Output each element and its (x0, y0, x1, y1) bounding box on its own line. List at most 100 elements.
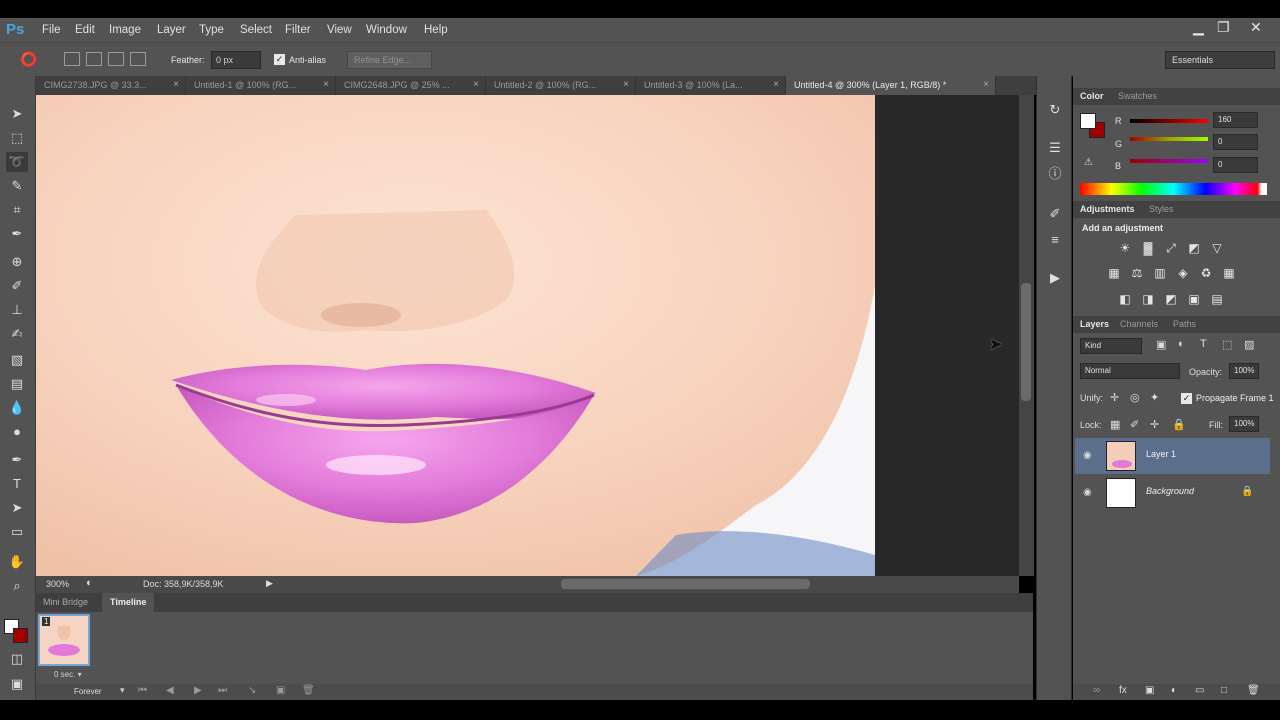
menu-help[interactable]: Help (424, 24, 448, 36)
lock-all-icon[interactable]: 🔒 (1172, 418, 1186, 431)
gradient-tool-icon[interactable]: ▤ (6, 374, 28, 394)
doc-tab-untitled-4[interactable]: Untitled-4 @ 300% (Layer 1, RGB/8) * × (786, 76, 996, 95)
color-lookup-icon[interactable]: ▦ (1221, 266, 1237, 280)
tab-mini-bridge[interactable]: Mini Bridge (43, 597, 88, 607)
brightness-contrast-icon[interactable]: ☀ (1117, 241, 1133, 255)
curves-icon[interactable]: ⤢ (1163, 241, 1179, 255)
menu-type[interactable]: Type (199, 24, 224, 36)
layer-filter-kind[interactable]: Kind (1080, 338, 1142, 354)
layer-row-layer-1[interactable]: ◉ Layer 1 (1075, 438, 1270, 474)
play-icon[interactable]: ▶ (194, 685, 202, 696)
channel-g-slider[interactable] (1130, 137, 1208, 141)
loop-select[interactable]: Forever (74, 687, 102, 696)
screen-mode-icon[interactable]: ▣ (6, 674, 28, 694)
photo-filter-icon[interactable]: ◈ (1175, 266, 1191, 280)
tab-paths[interactable]: Paths (1173, 319, 1196, 329)
lock-transparency-icon[interactable]: ▦ (1110, 418, 1120, 431)
history-brush-tool-icon[interactable]: ✍ (6, 324, 28, 344)
lasso-tool-preset-icon[interactable]: ⭕ (20, 51, 37, 68)
channel-r-input[interactable]: 160 (1213, 112, 1258, 128)
clone-stamp-tool-icon[interactable]: ⊥ (6, 300, 28, 320)
crop-tool-icon[interactable]: ⌗ (6, 200, 28, 220)
minimize-button[interactable]: ▁ (1193, 19, 1204, 36)
eraser-tool-icon[interactable]: ▧ (6, 350, 28, 370)
close-tab-icon[interactable]: × (983, 79, 989, 90)
new-group-icon[interactable]: ▭ (1195, 685, 1204, 696)
zoom-tool-icon[interactable]: ⌕ (6, 576, 28, 596)
lasso-tool-icon[interactable]: ➰ (6, 152, 28, 172)
close-tab-icon[interactable]: × (623, 79, 629, 90)
move-tool-icon[interactable]: ➤ (6, 104, 28, 124)
dodge-tool-icon[interactable]: ● (6, 422, 28, 442)
eyedropper-tool-icon[interactable]: ✒ (6, 224, 28, 244)
filter-adjustment-icon[interactable]: ◐ (1178, 338, 1185, 350)
doc-tab-cimg2738[interactable]: CIMG2738.JPG @ 33.3... × (36, 76, 186, 95)
levels-icon[interactable]: ▓ (1140, 241, 1156, 255)
menu-view[interactable]: View (327, 24, 352, 36)
actions-panel-icon[interactable]: ▶ (1045, 268, 1065, 288)
first-frame-icon[interactable]: ⏮ (138, 685, 147, 696)
unify-visibility-icon[interactable]: ◎ (1130, 391, 1140, 404)
path-selection-tool-icon[interactable]: ➤ (6, 498, 28, 518)
pen-tool-icon[interactable]: ✒ (6, 450, 28, 470)
propagate-frame-checkbox[interactable]: ✓ (1181, 393, 1192, 404)
unify-position-icon[interactable]: ✛ (1110, 391, 1119, 404)
color-spectrum-bar[interactable] (1080, 183, 1267, 195)
menu-file[interactable]: File (42, 24, 61, 36)
threshold-icon[interactable]: ◩ (1163, 292, 1179, 306)
close-tab-icon[interactable]: × (323, 79, 329, 90)
filter-shape-icon[interactable]: ⬚ (1222, 338, 1232, 351)
exposure-icon[interactable]: ◩ (1186, 241, 1202, 255)
unify-style-icon[interactable]: ✦ (1150, 391, 1159, 404)
delete-layer-icon[interactable]: 🗑 (1247, 685, 1260, 696)
quick-selection-tool-icon[interactable]: ✎ (6, 176, 28, 196)
channel-b-slider[interactable] (1130, 159, 1208, 163)
status-menu-arrow-icon[interactable]: ▶ (266, 578, 273, 589)
close-tab-icon[interactable]: × (173, 79, 179, 90)
workspace-select[interactable]: Essentials (1165, 51, 1275, 69)
vertical-scroll-thumb[interactable] (1021, 283, 1031, 401)
black-white-icon[interactable]: ▥ (1152, 266, 1168, 280)
menu-image[interactable]: Image (109, 24, 141, 36)
zoom-level[interactable]: 300% (46, 579, 69, 589)
info-panel-icon[interactable]: ⓘ (1045, 164, 1065, 184)
next-frame-icon[interactable]: ⏭ (218, 685, 227, 696)
blend-mode-select[interactable]: Normal (1080, 363, 1180, 379)
layer-row-background[interactable]: ◉ Background 🔒 (1075, 475, 1270, 511)
history-panel-icon[interactable]: ↻ (1045, 100, 1065, 120)
tab-color[interactable]: Color (1080, 91, 1104, 101)
restore-button[interactable]: ❐ (1217, 19, 1230, 36)
blur-tool-icon[interactable]: 💧 (6, 398, 28, 418)
hue-saturation-icon[interactable]: ▦ (1106, 266, 1122, 280)
close-tab-icon[interactable]: × (773, 79, 779, 90)
hand-tool-icon[interactable]: ✋ (6, 552, 28, 572)
tween-icon[interactable]: ↘ (248, 685, 256, 696)
new-layer-icon[interactable]: □ (1221, 685, 1227, 696)
brush-tool-icon[interactable]: ✐ (6, 276, 28, 296)
tab-adjustments[interactable]: Adjustments (1080, 204, 1135, 214)
refine-edge-button[interactable]: Refine Edge... (347, 51, 432, 69)
feather-input[interactable]: 0 px (211, 51, 261, 69)
filter-smart-object-icon[interactable]: ▨ (1244, 338, 1254, 351)
filter-type-icon[interactable]: T (1200, 338, 1207, 350)
close-window-button[interactable]: ✕ (1250, 19, 1262, 36)
add-mask-icon[interactable]: ▣ (1145, 685, 1154, 696)
layer-style-icon[interactable]: fx (1119, 685, 1127, 696)
menu-filter[interactable]: Filter (285, 24, 311, 36)
duplicate-frame-icon[interactable]: ▣ (276, 685, 285, 696)
prev-frame-icon[interactable]: ◀ (166, 685, 174, 696)
menu-layer[interactable]: Layer (157, 24, 186, 36)
doc-tab-untitled-2[interactable]: Untitled-2 @ 100% (RG... × (486, 76, 636, 95)
vibrance-icon[interactable]: ▽ (1209, 241, 1225, 255)
delete-frame-icon[interactable]: 🗑 (302, 685, 315, 696)
opacity-input[interactable]: 100% (1229, 363, 1259, 379)
loop-dropdown-icon[interactable]: ▾ (120, 685, 125, 696)
color-panel-foreground[interactable] (1080, 113, 1096, 129)
close-tab-icon[interactable]: × (473, 79, 479, 90)
quick-mask-icon[interactable]: ◫ (6, 649, 28, 669)
horizontal-scroll-thumb[interactable] (561, 579, 810, 589)
menu-edit[interactable]: Edit (75, 24, 95, 36)
type-tool-icon[interactable]: T (6, 474, 28, 494)
channel-b-input[interactable]: 0 (1213, 157, 1258, 173)
color-balance-icon[interactable]: ⚖ (1129, 266, 1145, 280)
